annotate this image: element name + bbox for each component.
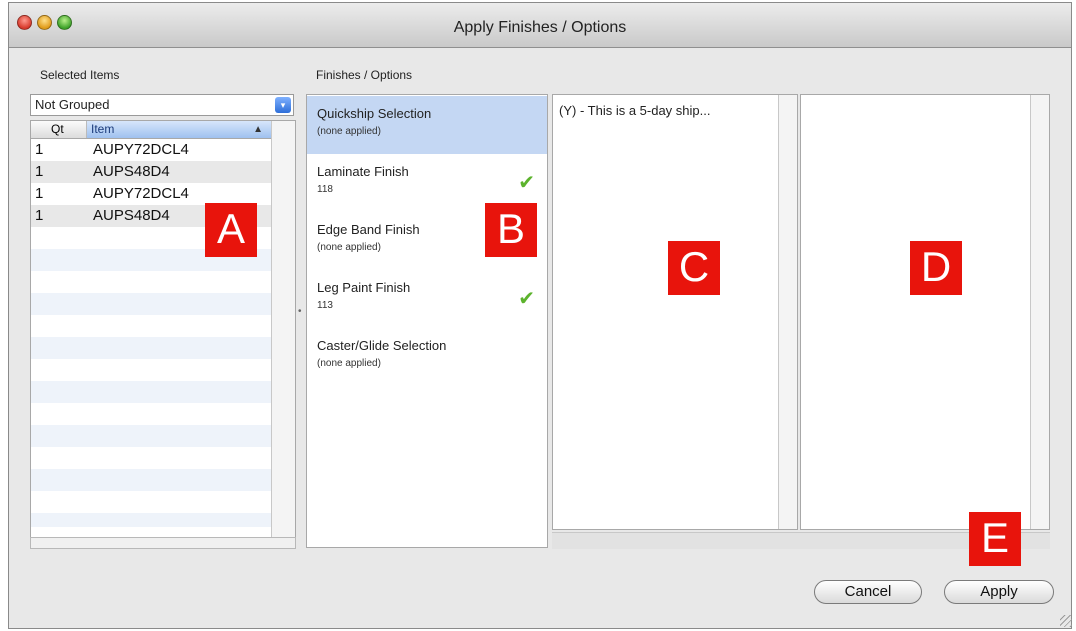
badge-d: D <box>910 241 962 295</box>
option-caster-glide-selection[interactable]: Caster/Glide Selection (none applied) <box>307 328 547 386</box>
option-name: Caster/Glide Selection <box>317 338 447 353</box>
finishes-options-list: Quickship Selection (none applied) Lamin… <box>306 94 548 548</box>
horizontal-scrollbar[interactable] <box>30 537 296 549</box>
selected-items-label: Selected Items <box>40 68 120 82</box>
table-header: Qt Item ▲ <box>31 121 271 139</box>
row-item: AUPY72DCL4 <box>93 185 189 202</box>
vertical-scrollbar[interactable] <box>271 121 295 539</box>
option-leg-paint-finish[interactable]: Leg Paint Finish 113 ✔ <box>307 270 547 328</box>
grouping-dropdown[interactable]: Not Grouped ▾ <box>30 94 294 116</box>
checkmark-icon: ✔ <box>518 172 535 194</box>
option-value: 113 <box>317 300 333 311</box>
option-value: (none applied) <box>317 358 381 369</box>
option-name: Quickship Selection <box>317 106 432 121</box>
checkmark-icon: ✔ <box>518 288 535 310</box>
choices-list: (Y) - This is a 5-day ship... <box>552 94 798 530</box>
window-title: Apply Finishes / Options <box>453 19 627 36</box>
finishes-options-label: Finishes / Options <box>316 68 413 82</box>
row-qt: 1 <box>35 207 44 224</box>
detail-panel <box>800 94 1050 530</box>
column-header-item[interactable]: Item ▲ <box>87 121 271 138</box>
row-item: AUPY72DCL4 <box>93 141 189 158</box>
badge-c: C <box>668 241 720 295</box>
title-bar[interactable]: Apply Finishes / Options <box>9 3 1071 48</box>
badge-a: A <box>205 203 257 257</box>
row-qt: 1 <box>35 163 44 180</box>
table-row[interactable]: 1 AUPY72DCL4 <box>31 139 271 161</box>
badge-e: E <box>969 512 1021 566</box>
badge-b: B <box>485 203 537 257</box>
table-row[interactable]: 1 AUPY72DCL4 <box>31 183 271 205</box>
sort-ascending-icon: ▲ <box>253 124 263 135</box>
row-qt: 1 <box>35 141 44 158</box>
column-header-qt[interactable]: Qt <box>31 121 87 138</box>
choice-item[interactable]: (Y) - This is a 5-day ship... <box>559 103 710 118</box>
empty-row-stripes <box>31 227 271 527</box>
row-item: AUPS48D4 <box>93 163 170 180</box>
selected-items-table: Qt Item ▲ 1 AUPY72DCL4 1 AUPS48D4 1 AUPY… <box>30 120 296 540</box>
row-item: AUPS48D4 <box>93 207 170 224</box>
vertical-scrollbar[interactable] <box>1030 95 1049 529</box>
splitter-handle-icon[interactable]: • <box>298 306 302 317</box>
resize-grip-icon[interactable] <box>1060 615 1072 627</box>
grouping-value: Not Grouped <box>35 97 110 112</box>
option-quickship-selection[interactable]: Quickship Selection (none applied) <box>307 96 547 154</box>
chevron-down-icon[interactable]: ▾ <box>275 97 291 113</box>
apply-button[interactable]: Apply <box>944 580 1054 604</box>
option-value: 118 <box>317 184 333 195</box>
option-value: (none applied) <box>317 126 381 137</box>
vertical-scrollbar[interactable] <box>778 95 797 529</box>
row-qt: 1 <box>35 185 44 202</box>
column-header-item-label: Item <box>91 122 115 136</box>
option-name: Laminate Finish <box>317 164 409 179</box>
table-row[interactable]: 1 AUPS48D4 <box>31 161 271 183</box>
cancel-button[interactable]: Cancel <box>814 580 922 604</box>
option-name: Leg Paint Finish <box>317 280 411 295</box>
